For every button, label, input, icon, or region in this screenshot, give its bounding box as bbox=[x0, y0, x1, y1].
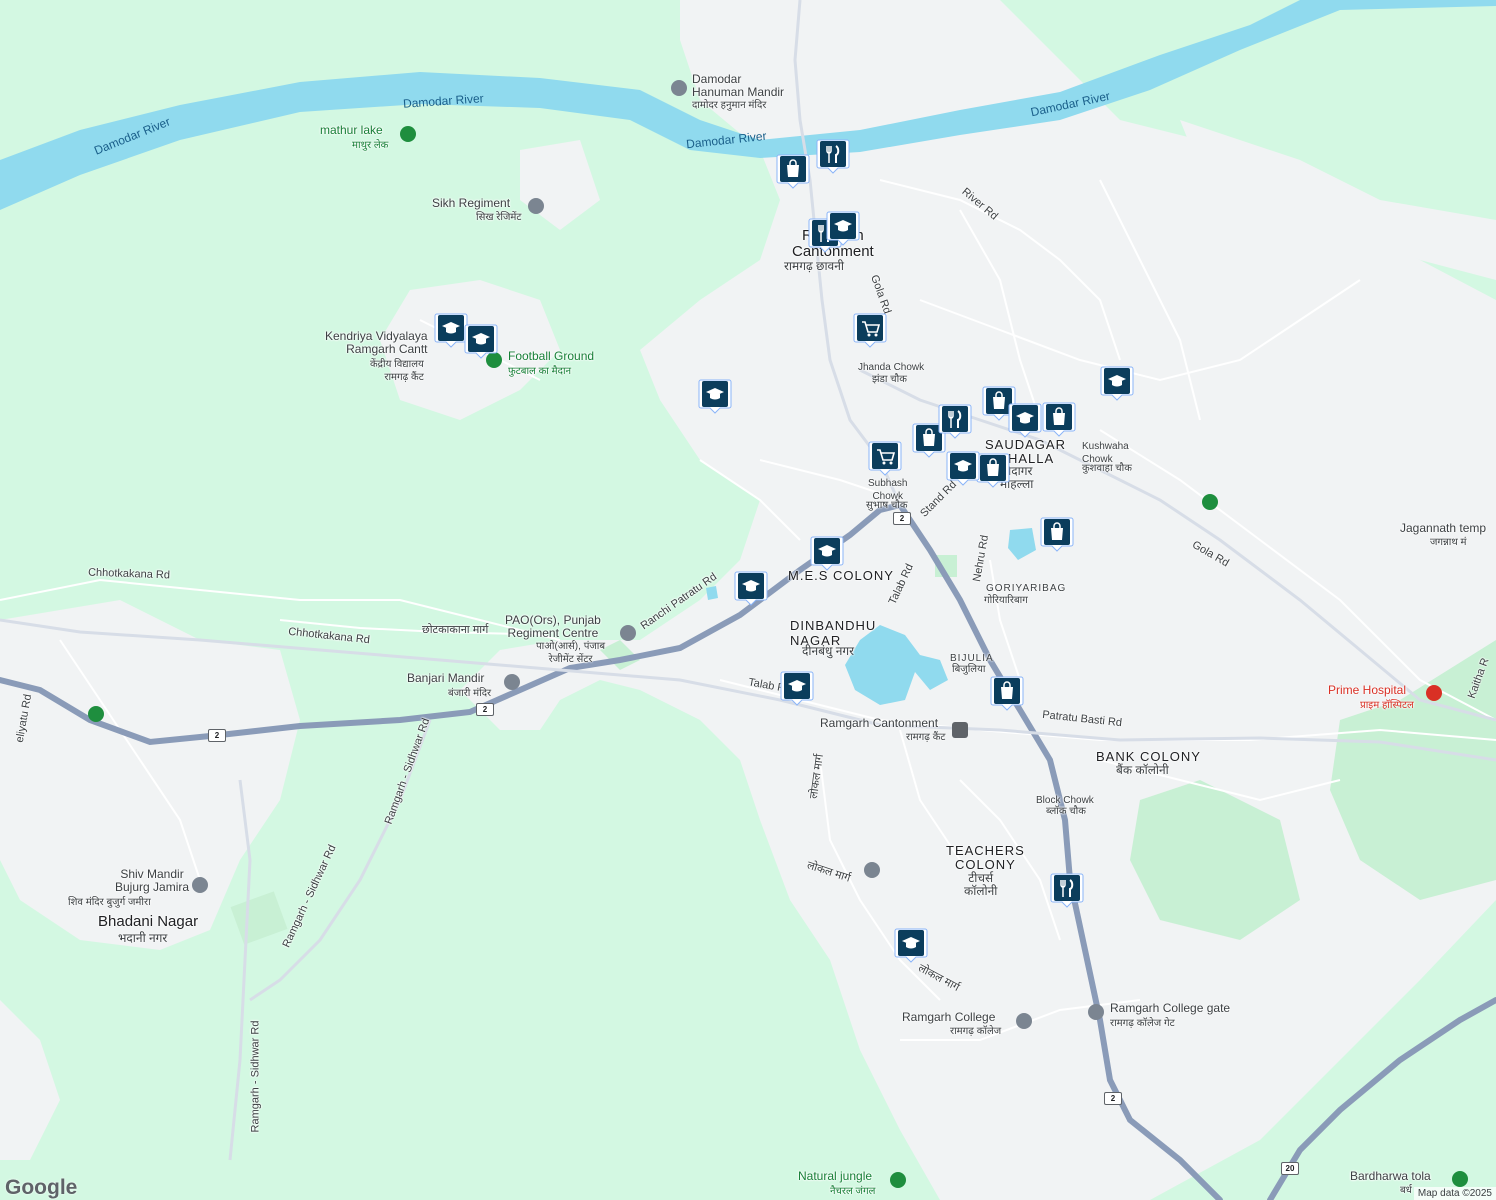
map-marker[interactable] bbox=[1040, 516, 1074, 552]
google-logo: Google bbox=[5, 1176, 78, 1199]
government-building-icon[interactable] bbox=[620, 625, 636, 641]
park-icon[interactable] bbox=[1202, 494, 1218, 510]
map-marker[interactable] bbox=[990, 675, 1024, 711]
park-icon[interactable] bbox=[1452, 1171, 1468, 1187]
school-icon[interactable] bbox=[1088, 1004, 1104, 1020]
park-icon[interactable] bbox=[88, 706, 104, 722]
map-marker[interactable] bbox=[894, 927, 928, 963]
map-marker[interactable] bbox=[780, 670, 814, 706]
school-icon[interactable] bbox=[1016, 1013, 1032, 1029]
map-marker[interactable] bbox=[464, 323, 498, 359]
temple-icon[interactable] bbox=[504, 674, 520, 690]
map-marker[interactable] bbox=[1050, 872, 1084, 908]
map-marker[interactable] bbox=[810, 535, 844, 571]
park-icon[interactable] bbox=[400, 126, 416, 142]
map-marker[interactable] bbox=[434, 312, 468, 348]
map-marker[interactable] bbox=[1008, 402, 1042, 438]
map-marker[interactable] bbox=[946, 450, 980, 486]
school-icon[interactable] bbox=[864, 862, 880, 878]
map-marker[interactable] bbox=[868, 440, 902, 476]
map-marker[interactable] bbox=[698, 378, 732, 414]
map-marker[interactable] bbox=[816, 138, 850, 174]
nh2-shield: 2 bbox=[1104, 1092, 1122, 1105]
temple-icon[interactable] bbox=[192, 877, 208, 893]
train-station-icon[interactable] bbox=[952, 722, 968, 738]
park-icon[interactable] bbox=[890, 1172, 906, 1188]
map-attribution[interactable]: Map data ©2025 bbox=[1413, 1187, 1496, 1200]
nh20-shield: 20 bbox=[1281, 1162, 1299, 1175]
nh2-shield: 2 bbox=[208, 729, 226, 742]
map-marker[interactable] bbox=[734, 570, 768, 606]
map-marker[interactable] bbox=[776, 153, 810, 189]
map-marker[interactable] bbox=[1042, 401, 1076, 437]
map-marker[interactable] bbox=[1100, 365, 1134, 401]
map-marker[interactable] bbox=[826, 210, 860, 246]
map-marker[interactable] bbox=[976, 452, 1010, 488]
temple-icon[interactable] bbox=[671, 80, 687, 96]
nh2-shield: 2 bbox=[893, 512, 911, 525]
school-icon[interactable] bbox=[528, 198, 544, 214]
map-marker[interactable] bbox=[938, 403, 972, 439]
hospital-icon[interactable] bbox=[1426, 685, 1442, 701]
map-marker[interactable] bbox=[853, 312, 887, 348]
nh2-shield: 2 bbox=[476, 703, 494, 716]
